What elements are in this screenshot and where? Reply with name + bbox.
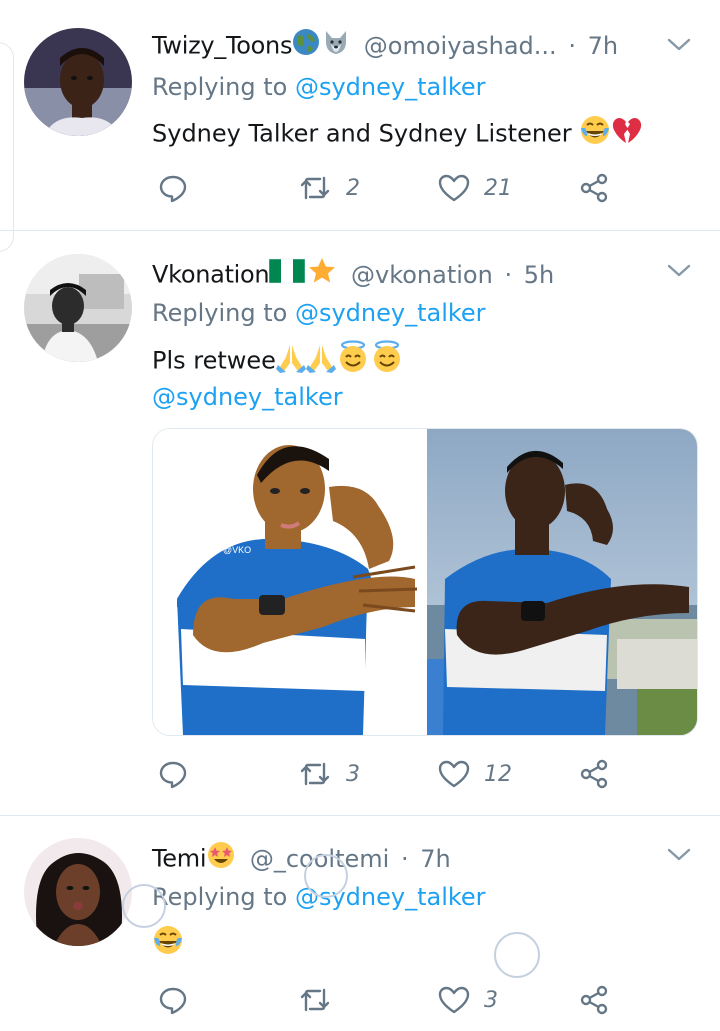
timestamp[interactable]: 7h bbox=[420, 845, 450, 873]
reply-button[interactable] bbox=[158, 980, 202, 1020]
touch-ripple bbox=[122, 884, 166, 928]
tweet-actions: 3 bbox=[152, 980, 632, 1020]
retweet-button[interactable] bbox=[298, 980, 346, 1020]
replying-to-label: Replying to bbox=[152, 883, 288, 911]
heart-icon bbox=[438, 985, 470, 1015]
star-struck-emoji-icon bbox=[206, 840, 236, 879]
retweet-icon bbox=[298, 986, 332, 1014]
display-name[interactable]: Temi bbox=[152, 845, 207, 873]
tears-of-joy-emoji-icon bbox=[152, 924, 184, 965]
separator-dot: · bbox=[400, 844, 409, 873]
chevron-down-icon[interactable] bbox=[666, 846, 692, 864]
avatar[interactable] bbox=[24, 838, 132, 946]
tweet[interactable]: Temi @_cooltemi · 7h Replying to @sydney… bbox=[0, 0, 720, 1031]
touch-ripple bbox=[494, 932, 540, 978]
like-button[interactable]: 3 bbox=[438, 980, 498, 1020]
tweet-text bbox=[152, 924, 184, 965]
share-icon bbox=[578, 984, 610, 1016]
tweet-header: Temi @_cooltemi · 7h bbox=[152, 840, 451, 874]
reply-icon bbox=[158, 985, 188, 1015]
share-button[interactable] bbox=[578, 980, 610, 1020]
like-count: 3 bbox=[484, 987, 498, 1013]
touch-ripple bbox=[304, 854, 348, 898]
